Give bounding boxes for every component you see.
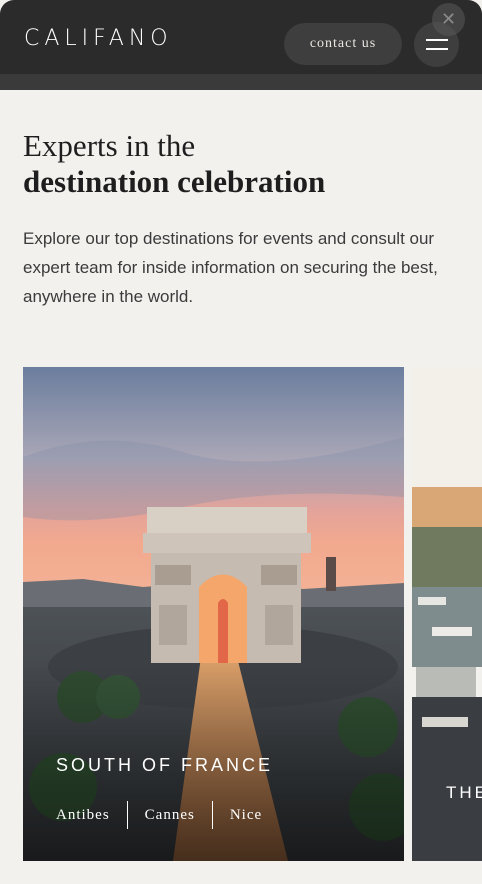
destination-card-next[interactable]: THE <box>412 367 482 861</box>
logo[interactable]: CALIFANO <box>24 26 173 51</box>
link-divider <box>126 801 128 829</box>
contact-button[interactable]: contact us <box>284 23 402 65</box>
hamburger-menu-icon <box>425 39 448 41</box>
close-icon[interactable]: ✕ <box>432 3 465 36</box>
destination-card-south-of-france[interactable]: SOUTH OF FRANCE Antibes Cannes Nice <box>23 367 404 861</box>
header-divider <box>0 74 482 90</box>
page-title: Experts in the destination celebration <box>23 128 325 200</box>
destination-link-antibes[interactable]: Antibes <box>56 807 110 824</box>
destination-image-arc-de-triomphe <box>23 367 404 861</box>
destination-links: Antibes Cannes Nice <box>56 801 262 829</box>
destination-link-cannes[interactable]: Cannes <box>145 807 195 824</box>
site-header: CALIFANO contact us ✕ <box>0 0 482 74</box>
hamburger-menu-icon-bar <box>425 48 448 50</box>
title-line-1: Experts in the <box>23 128 196 163</box>
intro-text: Explore our top destinations for events … <box>23 229 438 306</box>
title-line-2: destination celebration <box>23 164 326 199</box>
destination-title-next: THE <box>446 783 482 802</box>
destination-title: SOUTH OF FRANCE <box>56 755 274 775</box>
destination-link-nice[interactable]: Nice <box>230 807 262 824</box>
link-divider <box>211 801 213 829</box>
